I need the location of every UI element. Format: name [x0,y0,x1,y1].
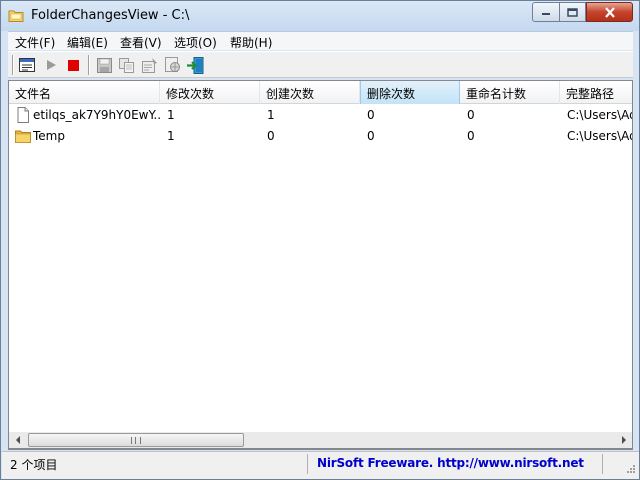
status-item-count: 2 个项目 [10,458,58,472]
cell-fullpath: C:\Users\Ad [567,108,632,122]
nirsoft-link[interactable]: NirSoft Freeware. http://www.nirsoft.net [317,456,584,470]
cell-modified: 1 [167,108,175,122]
stop-icon [67,59,79,71]
menu-bar: 文件(F) 编辑(E) 查看(V) 选项(O) 帮助(H) [8,31,633,50]
html-report-icon [165,57,180,72]
cell-modified: 1 [167,129,175,143]
scroll-grip-icon [131,437,141,444]
cell-fullpath: C:\Users\Ad [567,129,632,143]
cell-deleted: 0 [367,129,375,143]
copy-icon [119,57,134,73]
play-icon [47,60,56,70]
cell-deleted: 0 [367,108,375,122]
resize-grip-icon[interactable] [624,464,636,476]
close-icon [604,6,615,18]
menu-view[interactable]: 查看(V) [120,34,162,51]
title-bar[interactable]: FolderChangesView - C:\ [1,1,639,31]
close-button[interactable] [586,2,633,22]
minimize-button[interactable] [532,2,560,22]
scroll-thumb[interactable] [28,433,244,447]
list-header: 文件名 修改次数 创建次数 删除次数 重命名计数 完整路径 [9,81,632,104]
menu-edit[interactable]: 编辑(E) [67,34,108,51]
maximize-button[interactable] [559,2,586,22]
status-divider [602,454,603,474]
toolbar-separator [88,55,90,75]
minimize-icon [542,13,550,15]
folder-icon [15,130,31,143]
cell-renamed: 0 [467,108,475,122]
app-folder-icon [8,10,24,22]
properties-icon [142,57,157,73]
window-title: FolderChangesView - C:\ [31,8,190,23]
table-row[interactable]: Temp 1 0 0 0 C:\Users\Ad [9,126,632,147]
table-row[interactable]: etilqs_ak7Y9hY0EwY... 1 1 0 0 C:\Users\A… [9,105,632,126]
menu-file[interactable]: 文件(F) [15,34,55,51]
status-divider [307,454,308,474]
column-header-fullpath[interactable]: 完整路径 [560,81,632,104]
menu-help[interactable]: 帮助(H) [230,34,272,51]
exit-button[interactable] [187,56,205,74]
column-header-created[interactable]: 创建次数 [260,81,360,104]
save-icon [96,57,112,73]
status-bar: 2 个项目 NirSoft Freeware. http://www.nirso… [2,451,639,479]
select-folder-icon [19,58,35,72]
scroll-right-button[interactable] [615,432,632,448]
toolbar [8,51,633,78]
cell-filename: Temp [33,129,65,143]
html-report-button[interactable] [164,56,182,74]
copy-button[interactable] [118,56,136,74]
scroll-right-icon [621,436,626,444]
cell-created: 0 [267,129,275,143]
column-header-deleted[interactable]: 删除次数 [360,81,460,104]
menu-options[interactable]: 选项(O) [174,34,217,51]
cell-filename: etilqs_ak7Y9hY0EwY... [33,108,160,122]
column-header-modified[interactable]: 修改次数 [160,81,260,104]
exit-icon [187,56,204,74]
app-window: FolderChangesView - C:\ 文件(F) 编辑(E) 查看(V… [0,0,640,480]
maximize-icon [567,7,578,17]
cell-renamed: 0 [467,129,475,143]
column-header-filename[interactable]: 文件名 [9,81,160,104]
properties-button[interactable] [141,56,159,74]
changes-list[interactable]: 文件名 修改次数 创建次数 删除次数 重命名计数 完整路径 etilqs_ak7… [8,80,633,450]
horizontal-scrollbar[interactable] [8,432,633,449]
toolbar-separator [12,55,14,75]
save-button[interactable] [95,56,113,74]
start-button[interactable] [42,56,60,74]
file-icon [17,107,29,123]
stop-button[interactable] [64,56,82,74]
select-folder-button[interactable] [18,56,36,74]
scroll-left-button[interactable] [9,432,26,448]
cell-created: 1 [267,108,275,122]
scroll-left-icon [15,436,20,444]
column-header-renamed[interactable]: 重命名计数 [460,81,560,104]
